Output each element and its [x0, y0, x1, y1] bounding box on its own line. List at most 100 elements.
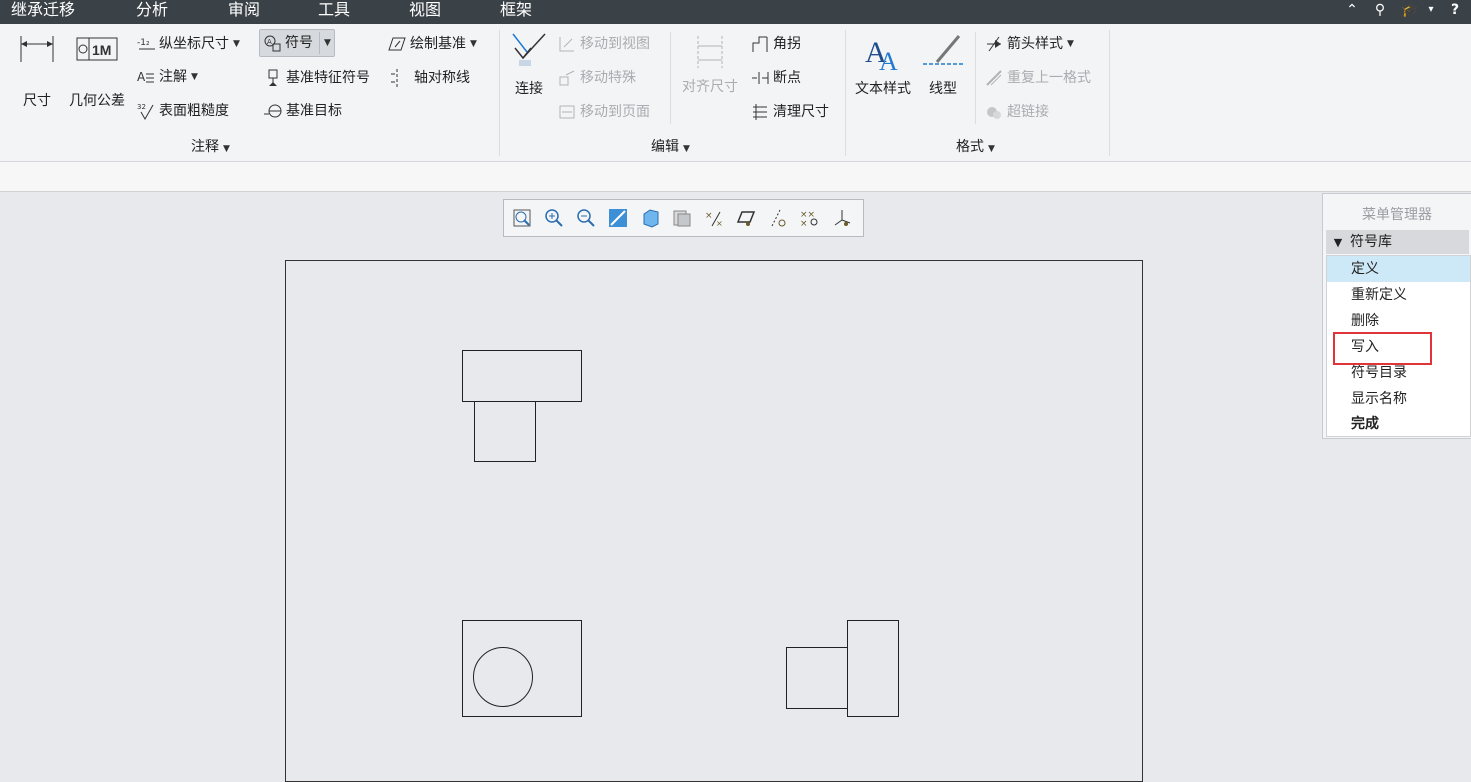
view-shape-side-block[interactable] [847, 620, 899, 717]
line-style-icon [923, 35, 963, 65]
menu-item-show-name[interactable]: 显示名称 [1327, 386, 1470, 412]
datum-target-label: 基准目标 [286, 103, 342, 119]
saved-orientations-icon[interactable] [672, 208, 692, 228]
dimension-icon [20, 36, 54, 62]
text-style-button[interactable]: AA 文本样式 [851, 32, 915, 98]
svg-text:×: × [705, 211, 713, 221]
symbol-library-header[interactable]: ▼ 符号库 [1326, 230, 1469, 254]
align-dimensions-button[interactable]: 对齐尺寸 [679, 32, 741, 96]
datum-display-icon[interactable]: ×× [704, 208, 724, 228]
connect-button[interactable]: 连接 [507, 30, 551, 98]
line-style-button[interactable]: 线型 [921, 32, 965, 98]
collapse-triangle-icon: ▼ [1333, 236, 1343, 249]
graphics-toolbar: × × ×× × [503, 199, 864, 237]
geometric-tolerance-button[interactable]: 1M 几何公差 [64, 32, 130, 110]
surface-finish-button[interactable]: 32 表面粗糙度 [137, 100, 229, 122]
surface-finish-label: 表面粗糙度 [159, 103, 229, 119]
format-group-text: 格式 [956, 139, 984, 155]
help-icon[interactable]: ? [1447, 0, 1463, 22]
menu-item-delete[interactable]: 删除 [1327, 308, 1470, 334]
refit-icon[interactable] [512, 208, 532, 228]
symbol-dropdown-icon[interactable]: ▼ [319, 32, 331, 54]
chevron-down-icon[interactable]: ▼ [470, 33, 477, 55]
tab-tools[interactable]: 工具 [318, 0, 350, 24]
menu-item-define[interactable]: 定义 [1327, 256, 1470, 282]
break-button[interactable]: 断点 [751, 67, 801, 89]
edit-group-label[interactable]: 编辑 ▼ [651, 136, 690, 156]
move-to-page-button[interactable]: 移动到页面 [558, 101, 650, 123]
align-dimensions-icon [697, 36, 723, 68]
annotate-group-label[interactable]: 注释 ▼ [191, 136, 230, 156]
repeat-last-format-button[interactable]: 重复上一格式 [985, 67, 1091, 89]
symbol-button[interactable]: A 符号 ▼ [259, 29, 335, 57]
svg-text:A: A [267, 38, 272, 46]
datum-feature-symbol-label: 基准特征符号 [286, 70, 370, 86]
jog-button[interactable]: 角拐 [751, 33, 801, 55]
collapse-ribbon-icon[interactable]: ⌃ [1343, 0, 1361, 22]
divider [670, 32, 671, 124]
axis-of-symmetry-button[interactable]: 轴对称线 [388, 67, 470, 89]
datum-feature-symbol-button[interactable]: 基准特征符号 [264, 67, 370, 89]
csys-display-icon[interactable] [832, 208, 852, 228]
group-divider [499, 30, 500, 156]
view-shape-side-stem[interactable] [786, 647, 848, 709]
menu-manager-panel: 菜单管理器 ▼ 符号库 定义 重新定义 删除 写入 符号目录 显示名称 完成 [1322, 193, 1471, 439]
sketch-datum-button[interactable]: 绘制基准 ▼ [388, 33, 477, 55]
plane-display-icon[interactable] [736, 208, 756, 228]
note-button[interactable]: A 注解 ▼ [137, 66, 198, 88]
tab-analysis[interactable]: 分析 [136, 0, 168, 24]
dropdown-arrow-icon[interactable]: ▾ [1424, 0, 1438, 22]
chevron-down-icon: ▼ [988, 144, 995, 154]
line-style-label: 线型 [929, 81, 957, 97]
display-style-icon[interactable] [640, 208, 660, 228]
dimension-label: 尺寸 [23, 93, 51, 109]
sketch-datum-label: 绘制基准 [410, 36, 466, 52]
highlight-box [1333, 332, 1432, 365]
learning-connector-icon[interactable]: 🎓 [1400, 0, 1420, 22]
geometric-tolerance-icon: 1M [76, 37, 118, 61]
view-shape-circle[interactable] [473, 647, 533, 707]
axis-of-symmetry-icon [388, 69, 406, 87]
chevron-down-icon[interactable]: ▼ [233, 33, 240, 55]
cleanup-dimensions-label: 清理尺寸 [773, 104, 829, 120]
svg-text:×: × [800, 219, 808, 228]
move-special-icon [558, 69, 576, 87]
datum-feature-symbol-icon [264, 69, 282, 87]
move-to-view-button[interactable]: 移动到视图 [558, 33, 650, 55]
chevron-down-icon: ▼ [223, 144, 230, 154]
ordinate-dimension-button[interactable]: -1₂ 纵坐标尺寸 ▼ [137, 33, 240, 55]
search-icon[interactable]: ⚲ [1370, 0, 1390, 22]
menu-item-redefine[interactable]: 重新定义 [1327, 282, 1470, 308]
view-shape-top-stem[interactable] [474, 401, 536, 462]
svg-text:A: A [137, 70, 146, 84]
ribbon-footer-strip [0, 162, 1471, 192]
axis-display-icon[interactable] [768, 208, 788, 228]
arrow-style-button[interactable]: 箭头样式 ▼ [985, 33, 1074, 55]
note-icon: A [137, 68, 155, 86]
chevron-down-icon[interactable]: ▼ [1067, 33, 1074, 55]
edit-group-text: 编辑 [651, 139, 679, 155]
drawing-sheet[interactable] [285, 260, 1143, 782]
menu-item-done[interactable]: 完成 [1327, 411, 1470, 437]
zoom-in-icon[interactable] [544, 208, 564, 228]
datum-target-button[interactable]: 基准目标 [264, 100, 342, 122]
chevron-down-icon[interactable]: ▼ [191, 66, 198, 88]
hyperlink-button[interactable]: 超链接 [985, 101, 1049, 123]
move-to-view-icon [558, 35, 576, 53]
dimension-button[interactable]: 尺寸 [14, 32, 60, 110]
tab-view[interactable]: 视图 [409, 0, 441, 24]
format-group-label[interactable]: 格式 ▼ [956, 136, 995, 156]
move-special-button[interactable]: 移动特殊 [558, 67, 636, 89]
symbol-library-label: 符号库 [1350, 234, 1392, 250]
point-display-icon[interactable]: ××× [800, 208, 820, 228]
repaint-icon[interactable] [608, 208, 628, 228]
tab-inheritance-migration[interactable]: 继承迁移 [11, 0, 75, 24]
move-to-page-icon [558, 103, 576, 121]
tab-review[interactable]: 审阅 [228, 0, 260, 24]
zoom-out-icon[interactable] [576, 208, 596, 228]
jog-icon [751, 35, 769, 53]
cleanup-dimensions-icon [751, 103, 769, 121]
view-shape-top-block[interactable] [462, 350, 582, 402]
cleanup-dimensions-button[interactable]: 清理尺寸 [751, 101, 829, 123]
tab-framework[interactable]: 框架 [500, 0, 532, 24]
